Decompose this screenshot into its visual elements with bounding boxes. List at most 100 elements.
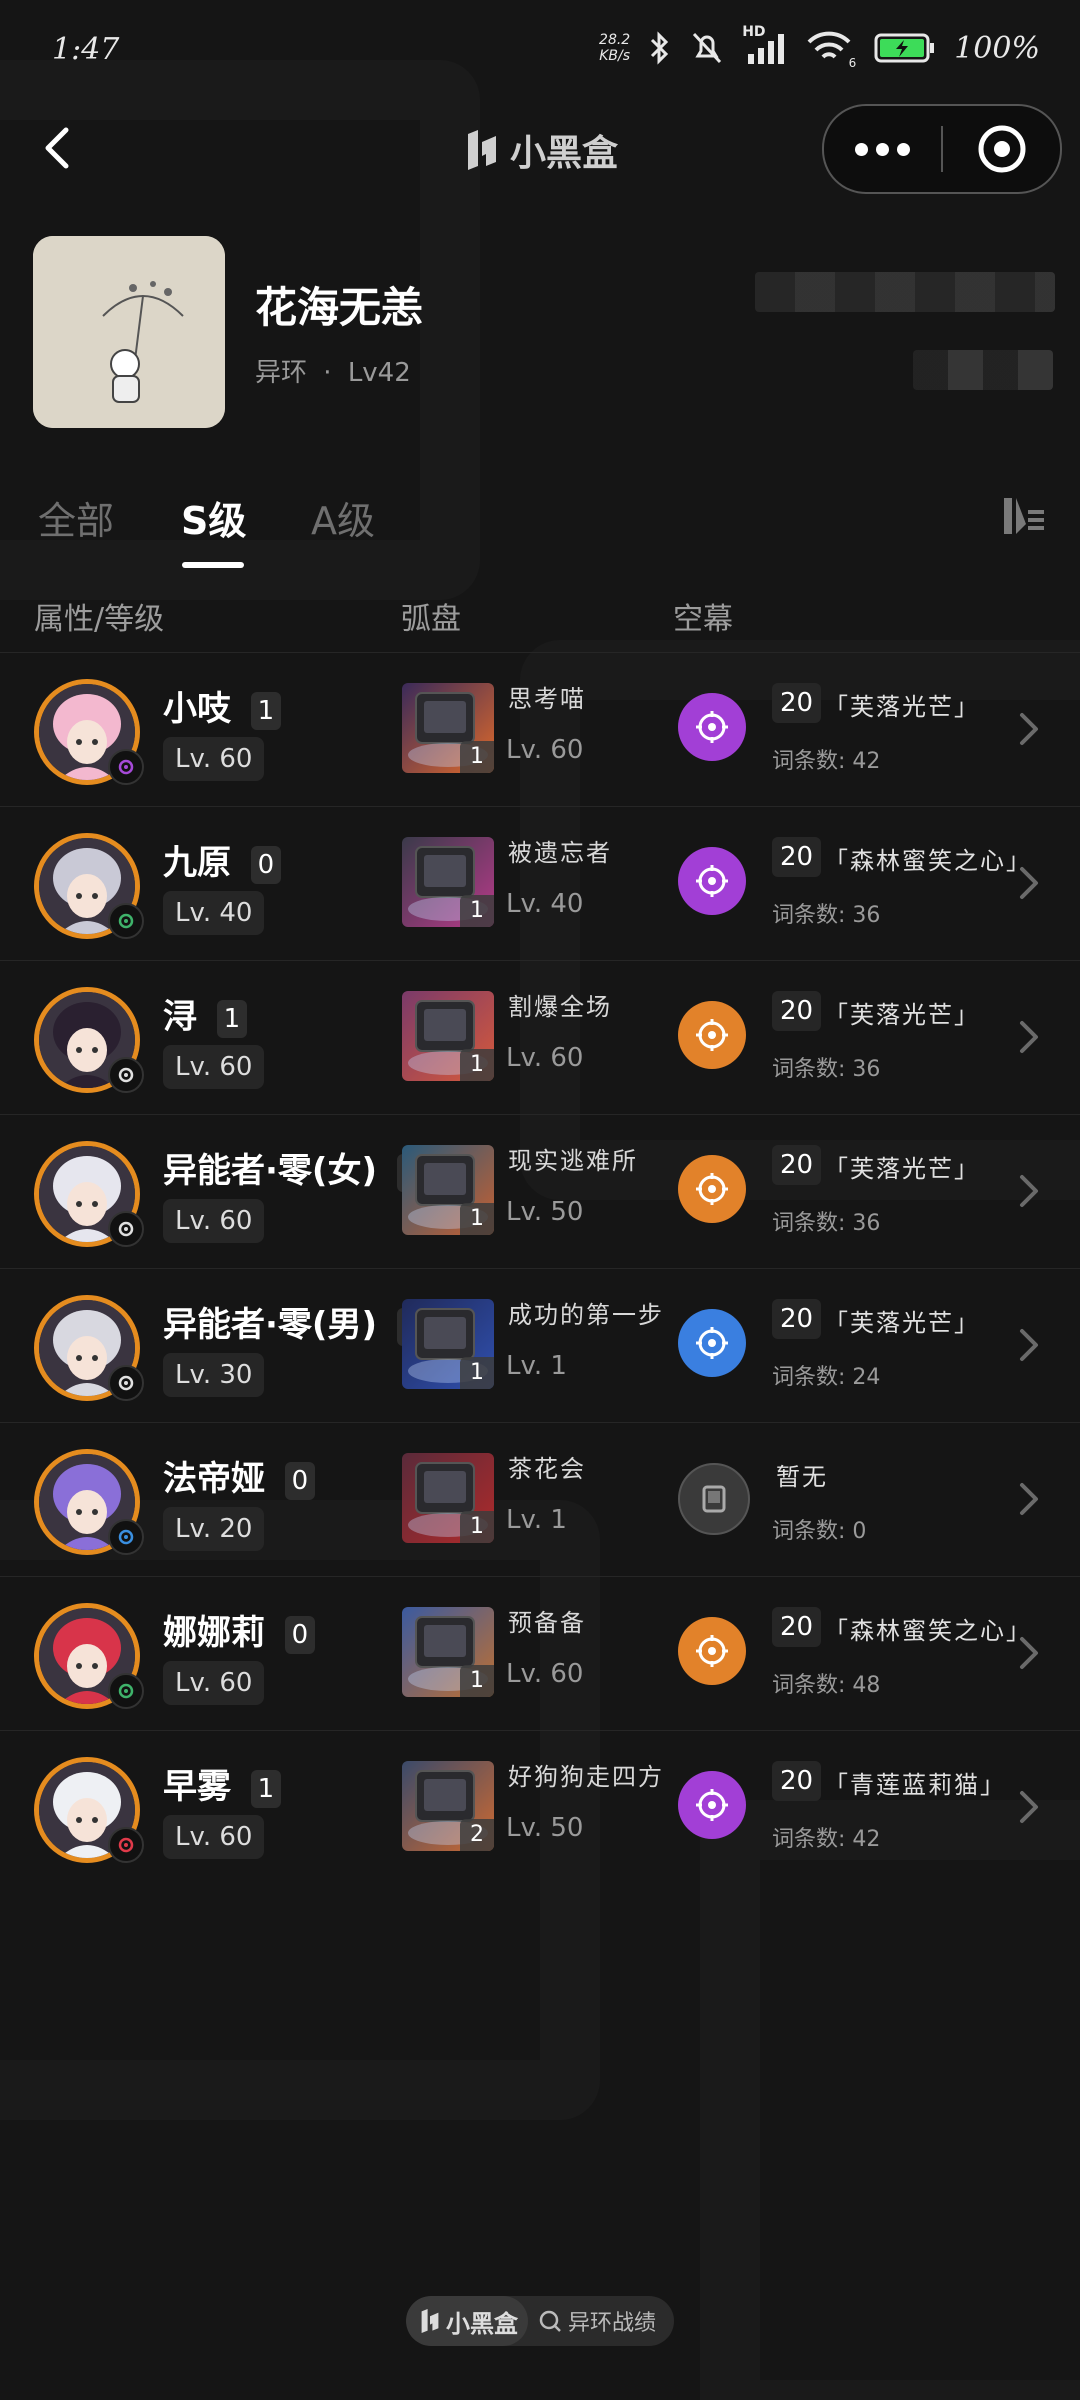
sort-filter-button[interactable] [996, 488, 1052, 544]
battery-percentage: 100% [954, 30, 1040, 66]
sky-curtain-entry-count: 词条数: 36 [772, 1211, 881, 1236]
arc-disk-level: Lv. 60 [506, 1043, 584, 1073]
arc-disk-count: 1 [460, 895, 494, 927]
character-name-text: 异能者·零(男) [163, 1305, 377, 1345]
network-speed-value: 28.2 [599, 32, 631, 48]
character-rank-badge: 0 [284, 1615, 315, 1654]
arc-disk-name: 成功的第一步 [508, 1301, 664, 1329]
character-row[interactable]: 异能者·零(男) 1 Lv. 30 1 [0, 1268, 1080, 1423]
close-mini-program-button[interactable] [943, 123, 1060, 175]
xiaoheihe-logo-icon [421, 2309, 439, 2333]
more-dot [876, 142, 889, 156]
chevron-right-icon [1020, 1021, 1038, 1053]
character-name: 异能者·零(男) 1 [163, 1297, 427, 1346]
xiaoheihe-logo-icon [468, 130, 496, 170]
active-tab-indicator [182, 562, 244, 568]
arc-disk-name: 好狗狗走四方 [508, 1763, 664, 1791]
sky-curtain-level: 20 [772, 1761, 822, 1801]
character-name-text: 法帝娅 [163, 1459, 265, 1499]
column-header-attr-level: 属性/等级 [34, 602, 165, 637]
sky-curtain-level: 20 [772, 683, 822, 723]
sky-curtain-icon [678, 1617, 746, 1685]
sky-curtain-level: 20 [772, 991, 822, 1031]
tab-s-rank[interactable]: S级 [181, 490, 246, 545]
attribute-icon [108, 903, 144, 939]
sky-curtain-entry-count: 词条数: 0 [772, 1519, 867, 1544]
arc-disk-level: Lv. 60 [506, 1659, 584, 1689]
arc-disk-level: Lv. 1 [506, 1505, 567, 1535]
character-level: Lv. 40 [163, 891, 265, 935]
character-name-text: 娜娜莉 [163, 1613, 265, 1653]
arc-disk-image: 1 [402, 1145, 494, 1235]
character-row[interactable]: 九原 0 Lv. 40 1 被遗忘者 Lv. 40 20 「森林蜜笑之心」 词条… [0, 806, 1080, 961]
search-icon [539, 2310, 561, 2332]
separator-dot: · [323, 358, 332, 388]
mute-bell-icon [693, 32, 722, 64]
arc-disk-count: 1 [460, 1049, 494, 1081]
sky-curtain-entry-count: 词条数: 48 [772, 1673, 881, 1698]
attribute-icon [108, 1057, 144, 1093]
arc-disk-count: 1 [460, 1357, 494, 1389]
character-rank-badge: 1 [250, 691, 281, 730]
character-name: 异能者·零(女) 3 [163, 1143, 427, 1192]
tab-all[interactable]: 全部 [38, 490, 114, 545]
more-dots-icon [855, 142, 868, 156]
arc-disk-name: 预备备 [508, 1609, 586, 1637]
arc-disk-image: 2 [402, 1761, 494, 1851]
sky-curtain-title: 「森林蜜笑之心」 [824, 847, 1032, 875]
character-name-text: 异能者·零(女) [163, 1151, 377, 1191]
arc-disk-image: 1 [402, 1607, 494, 1697]
arc-disk-count: 1 [460, 1203, 494, 1235]
sky-emblem-icon [696, 1019, 728, 1051]
user-game-level: 异环 · Lv42 [255, 352, 411, 389]
sort-icon [1004, 498, 1044, 534]
character-level: Lv. 30 [163, 1353, 265, 1397]
element-icon [118, 1375, 134, 1391]
character-name-text: 小吱 [163, 689, 231, 729]
arc-disk-count: 2 [460, 1819, 494, 1851]
more-options-button[interactable] [824, 106, 941, 192]
sky-curtain-title: 「青莲蓝莉猫」 [824, 1771, 1006, 1799]
chevron-right-icon [1020, 713, 1038, 745]
signal-icon [748, 34, 785, 64]
element-icon [118, 1221, 134, 1237]
element-icon [118, 759, 134, 775]
sky-curtain-icon [678, 693, 746, 761]
sky-emblem-icon [696, 1789, 728, 1821]
sky-curtain-entry-count: 词条数: 24 [772, 1365, 881, 1390]
back-button[interactable] [30, 118, 90, 178]
sky-curtain-level: 20 [772, 1299, 822, 1339]
sky-curtain-title: 「森林蜜笑之心」 [824, 1617, 1032, 1645]
character-row[interactable]: 早雾 1 Lv. 60 2 好狗狗走四方 Lv. 50 20 「青莲蓝莉猫」 词… [0, 1730, 1080, 1885]
character-name-text: 九原 [163, 843, 231, 883]
redacted-info [755, 272, 1055, 312]
arc-disk-level: Lv. 40 [506, 889, 584, 919]
app-logo-text: 小黑盒 [510, 133, 619, 174]
sky-curtain-entry-count: 词条数: 42 [772, 749, 881, 774]
element-icon [118, 1837, 134, 1853]
user-avatar[interactable] [33, 236, 225, 428]
character-row[interactable]: 法帝娅 0 Lv. 20 1 茶花会 Lv. 1 暂无 词条数: 0 [0, 1422, 1080, 1577]
sky-curtain-icon [678, 1001, 746, 1069]
wifi-label: 6 [848, 56, 857, 70]
network-speed-unit: KB/s [599, 48, 631, 64]
column-header-disk: 弧盘 [401, 602, 461, 637]
arc-disk-image: 1 [402, 683, 494, 773]
arc-disk-image: 1 [402, 1453, 494, 1543]
arc-disk-count: 1 [460, 741, 494, 773]
avatar-illustration [33, 236, 225, 428]
chevron-right-icon [1020, 1637, 1038, 1669]
character-row[interactable]: 娜娜莉 0 Lv. 60 1 预备备 Lv. 60 20 「森林蜜笑之心」 词条… [0, 1576, 1080, 1731]
sky-emblem-icon [696, 711, 728, 743]
sky-emblem-icon [702, 1485, 726, 1513]
character-row[interactable]: 小吱 1 Lv. 60 1 思考喵 Lv. 60 20 「芙落光芒」 词条数: … [0, 652, 1080, 807]
arc-disk-name: 被遗忘者 [508, 839, 612, 867]
arc-disk-name: 茶花会 [508, 1455, 586, 1483]
tab-a-rank[interactable]: A级 [311, 490, 375, 545]
sky-emblem-icon [696, 1635, 728, 1667]
character-row[interactable]: 浔 1 Lv. 60 1 割爆全场 Lv. 60 20 「芙落光芒」 词条数: … [0, 960, 1080, 1115]
redacted-info-2 [913, 350, 1053, 390]
arc-disk-count: 1 [460, 1511, 494, 1543]
character-row[interactable]: 异能者·零(女) 3 Lv. 60 1 [0, 1114, 1080, 1269]
character-level: Lv. 60 [163, 1199, 265, 1243]
